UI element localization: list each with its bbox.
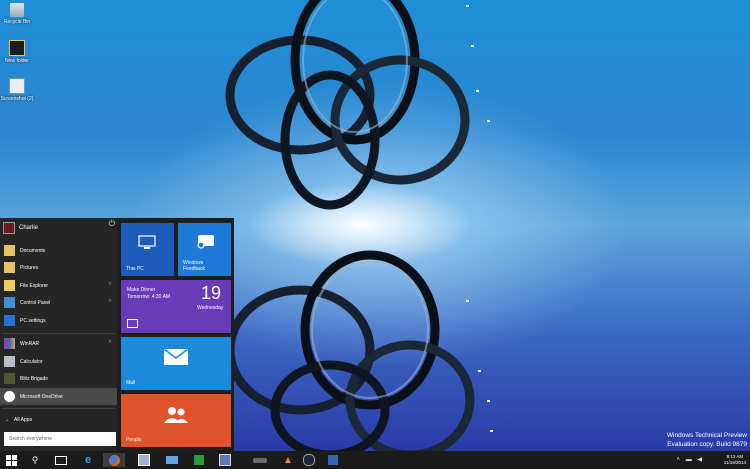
desktop-icon-label: New folder <box>5 58 29 64</box>
start-button[interactable] <box>0 453 22 467</box>
clock-date: 11/19/2014 <box>723 460 746 465</box>
start-menu-left-pane: Charlie ⏻ Documents Pictures File Explor… <box>0 218 117 451</box>
watermark-line1: Windows Technical Preview <box>666 432 747 439</box>
tile-windows-feedback[interactable]: Windows Feedback <box>178 223 231 276</box>
tile-label: People <box>126 437 142 443</box>
user-name: Charlie <box>19 225 39 231</box>
store-icon[interactable] <box>188 453 210 467</box>
calendar-icon <box>127 319 138 328</box>
chevron-right-icon[interactable]: › <box>109 281 111 287</box>
chevron-right-icon[interactable]: › <box>109 339 111 345</box>
calendar-day: Wednesday <box>197 305 224 311</box>
user-account[interactable]: Charlie <box>3 221 115 235</box>
watermark-line2: Evaluation copy. Build 9879 <box>667 441 747 448</box>
start-item-calculator[interactable]: Calculator <box>0 353 117 370</box>
power-icon[interactable]: ⏻ <box>109 219 115 229</box>
system-tray: ˄ ▬ ◀ <box>677 456 702 463</box>
internet-explorer-icon[interactable]: e <box>77 453 99 467</box>
chevron-up-icon[interactable]: ˄ <box>677 457 681 463</box>
start-item-pc-settings[interactable]: PC settings <box>0 312 117 329</box>
start-item-blitz-brigade[interactable]: Blitz Brigade <box>0 370 117 387</box>
screenshot-file-icon <box>9 78 25 94</box>
explorer-icon[interactable] <box>133 453 155 467</box>
start-item-onedrive[interactable]: Microsoft OneDrive <box>0 388 117 405</box>
calculator-icon <box>4 356 15 367</box>
start-item-label: WinRAR <box>20 340 40 347</box>
clock[interactable]: 8:13 AM 11/19/2014 <box>724 454 746 466</box>
desktop-icon-label: Screenshot (2) <box>0 96 34 102</box>
tile-label: Windows Feedback <box>183 260 205 272</box>
recycle-bin-icon <box>10 3 24 17</box>
task-view-icon[interactable] <box>50 453 72 467</box>
desktop-icon-label: Recycle Bin <box>3 19 31 25</box>
folder-icon <box>9 40 25 56</box>
firefox-icon[interactable] <box>103 453 125 467</box>
chevron-right-icon[interactable]: › <box>109 298 111 304</box>
desktop-icon-screenshot[interactable]: Screenshot (2) <box>0 78 34 102</box>
start-item-winrar[interactable]: WinRAR › <box>0 335 117 352</box>
start-item-pictures[interactable]: Pictures <box>0 259 117 276</box>
car-game-icon[interactable] <box>249 453 271 467</box>
network-tray-icon[interactable]: ▬ <box>686 457 692 463</box>
onedrive-icon <box>4 391 15 402</box>
tile-people[interactable]: People <box>121 394 231 447</box>
separator <box>2 408 115 409</box>
separator <box>2 333 115 334</box>
start-menu: Charlie ⏻ Documents Pictures File Explor… <box>0 218 234 451</box>
vlc-icon[interactable]: ▲ <box>277 453 299 467</box>
steam-icon[interactable] <box>298 453 320 467</box>
all-apps-button[interactable]: → All Apps <box>4 417 32 423</box>
calendar-event: Make Dinner <box>127 287 156 293</box>
start-item-label: Calculator <box>20 358 43 365</box>
start-item-label: File Explorer <box>20 282 49 289</box>
tile-label: Mail <box>126 380 136 386</box>
start-item-label: Control Panel <box>20 299 51 306</box>
all-apps-label: All Apps <box>14 417 33 423</box>
winrar-icon <box>4 338 15 349</box>
calendar-event-time: Tomorrow: 4:30 AM <box>127 294 171 300</box>
file-explorer-icon <box>4 280 15 291</box>
search-input[interactable]: Search everywhere <box>4 432 116 446</box>
volume-icon[interactable]: ◀ <box>697 457 702 463</box>
start-item-documents[interactable]: Documents <box>0 242 117 259</box>
arrow-right-icon: → <box>4 417 9 423</box>
start-item-control-panel[interactable]: Control Panel › <box>0 294 117 311</box>
network-icon[interactable] <box>161 453 183 467</box>
search-icon[interactable]: ⚲ <box>24 453 46 467</box>
tile-label-line2: Feedback <box>183 266 205 272</box>
control-panel-icon <box>4 297 15 308</box>
tile-calendar[interactable]: Make Dinner Tomorrow: 4:30 AM 19 Wednesd… <box>121 280 231 333</box>
pc-settings-icon <box>4 315 15 326</box>
windows-logo-icon <box>5 454 17 466</box>
pictures-folder-icon <box>4 262 15 273</box>
start-item-label: Blitz Brigade <box>20 375 49 382</box>
mail-icon <box>163 348 189 365</box>
feedback-icon <box>197 235 214 249</box>
tile-label: This PC <box>126 266 144 272</box>
calendar-date: 19 <box>201 283 222 303</box>
start-item-label: PC settings <box>20 317 46 324</box>
documents-folder-icon <box>4 245 15 256</box>
media-icon[interactable] <box>322 453 344 467</box>
user-avatar <box>3 222 15 234</box>
taskbar: ⚲ e ▲ ˄ ▬ ◀ 8:13 AM 11/19/2014 <box>0 451 750 469</box>
computer-icon <box>138 235 156 249</box>
people-icon <box>164 407 188 423</box>
tile-this-pc[interactable]: This PC <box>121 223 174 276</box>
start-item-file-explorer[interactable]: File Explorer › <box>0 277 117 294</box>
start-item-label: Microsoft OneDrive <box>20 393 63 400</box>
tile-mail[interactable]: Mail <box>121 337 231 390</box>
desktop-icon-new-folder[interactable]: New folder <box>0 40 34 64</box>
blitz-brigade-icon <box>4 373 15 384</box>
desktop-icon-recycle-bin[interactable]: Recycle Bin <box>0 3 34 25</box>
search-placeholder: Search everywhere <box>9 436 53 442</box>
paint-icon[interactable] <box>214 453 236 467</box>
start-item-label: Documents <box>20 247 46 254</box>
start-item-label: Pictures <box>20 264 39 271</box>
